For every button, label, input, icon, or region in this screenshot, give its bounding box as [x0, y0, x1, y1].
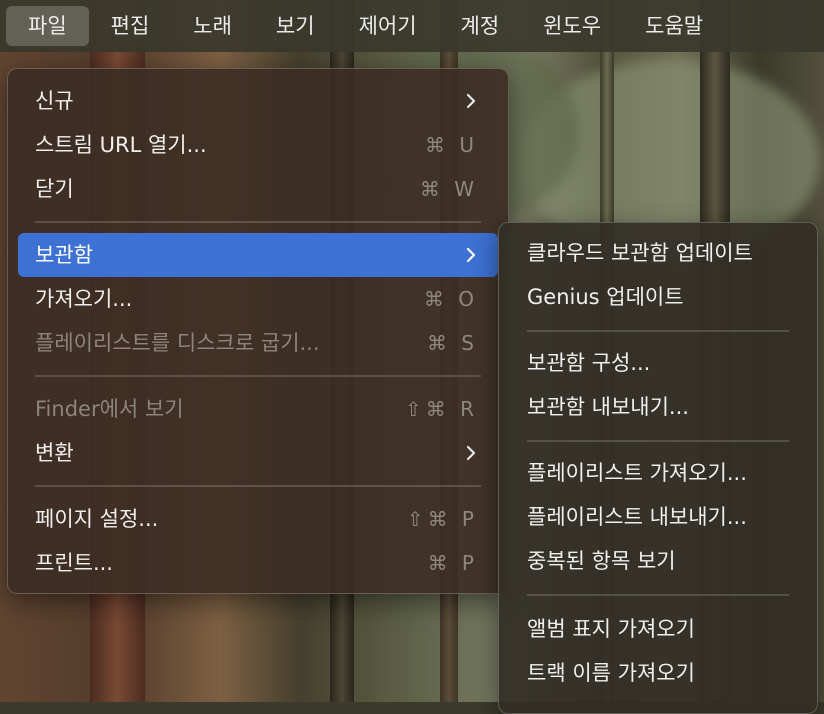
chevron-right-icon: [466, 247, 476, 263]
menu-item-label: 가져오기...: [35, 287, 133, 311]
shortcut-label: ⌘ O: [423, 287, 478, 311]
menu-item-import[interactable]: 가져오기... ⌘ O: [18, 277, 498, 321]
menubar-account[interactable]: 계정: [439, 6, 522, 46]
menu-item-export-playlist[interactable]: 플레이리스트 내보내기...: [499, 495, 817, 539]
file-menu: 신규 스트림 URL 열기... ⌘ U 닫기 ⌘ W 보관함 가져오기... …: [7, 68, 509, 594]
menubar-song[interactable]: 노래: [171, 6, 254, 46]
menu-item-convert[interactable]: 변환: [18, 431, 498, 475]
menu-item-label: 페이지 설정...: [35, 507, 159, 531]
menu-separator: [527, 330, 789, 332]
menu-item-label: 앨범 표지 가져오기: [527, 617, 695, 641]
menu-item-burn-playlist[interactable]: 플레이리스트를 디스크로 굽기... ⌘ S: [18, 321, 498, 365]
menu-item-show-duplicates[interactable]: 중복된 항목 보기: [499, 539, 817, 583]
menu-item-label: 트랙 이름 가져오기: [527, 661, 695, 685]
menu-item-label: 프린트...: [35, 551, 113, 575]
menubar-edit[interactable]: 편집: [89, 6, 172, 46]
menu-bar: 파일 편집 노래 보기 제어기 계정 윈도우 도움말: [0, 0, 824, 52]
chevron-right-icon: [466, 445, 476, 461]
menu-item-label: 플레이리스트 내보내기...: [527, 505, 747, 529]
menu-separator: [35, 221, 481, 223]
menu-item-label: 플레이리스트를 디스크로 굽기...: [35, 331, 320, 355]
menu-item-label: 보관함 내보내기...: [527, 395, 689, 419]
menu-item-get-track-names[interactable]: 트랙 이름 가져오기: [499, 651, 817, 695]
menu-item-page-setup[interactable]: 페이지 설정... ⇧⌘ P: [18, 497, 498, 541]
menu-item-open-stream-url[interactable]: 스트림 URL 열기... ⌘ U: [18, 123, 498, 167]
menubar-view[interactable]: 보기: [254, 6, 337, 46]
chevron-right-icon: [466, 93, 476, 109]
menu-item-update-genius[interactable]: Genius 업데이트: [499, 275, 817, 319]
menu-item-get-album-artwork[interactable]: 앨범 표지 가져오기: [499, 607, 817, 651]
menu-item-library[interactable]: 보관함: [18, 233, 498, 277]
menubar-controls[interactable]: 제어기: [337, 6, 439, 46]
menu-separator: [35, 485, 481, 487]
shortcut-label: ⌘ U: [425, 133, 478, 157]
shortcut-label: ⌘ W: [419, 177, 478, 201]
menu-separator: [527, 594, 789, 596]
shortcut-label: ⇧⌘ R: [404, 397, 478, 421]
menu-item-organize-library[interactable]: 보관함 구성...: [499, 341, 817, 385]
menu-item-label: 중복된 항목 보기: [527, 549, 676, 573]
menu-item-close[interactable]: 닫기 ⌘ W: [18, 167, 498, 211]
menu-item-label: 보관함: [35, 243, 93, 267]
menu-item-label: 닫기: [35, 177, 74, 201]
shortcut-label: ⌘ P: [427, 551, 478, 575]
shortcut-label: ⌘ S: [426, 331, 478, 355]
menubar-window[interactable]: 윈도우: [521, 6, 623, 46]
menu-item-update-cloud-library[interactable]: 클라우드 보관함 업데이트: [499, 231, 817, 275]
menu-item-label: 클라우드 보관함 업데이트: [527, 241, 753, 265]
library-submenu: 클라우드 보관함 업데이트 Genius 업데이트 보관함 구성... 보관함 …: [498, 222, 818, 714]
menubar-file[interactable]: 파일: [6, 6, 89, 46]
menu-separator: [527, 440, 789, 442]
menu-item-new[interactable]: 신규: [18, 79, 498, 123]
menu-item-label: 변환: [35, 441, 74, 465]
menu-item-print[interactable]: 프린트... ⌘ P: [18, 541, 498, 585]
menu-item-label: 플레이리스트 가져오기...: [527, 461, 747, 485]
menu-item-import-playlist[interactable]: 플레이리스트 가져오기...: [499, 451, 817, 495]
menu-item-label: 보관함 구성...: [527, 351, 651, 375]
menu-item-label: 신규: [35, 89, 74, 113]
menubar-help[interactable]: 도움말: [623, 6, 725, 46]
menu-item-show-in-finder[interactable]: Finder에서 보기 ⇧⌘ R: [18, 387, 498, 431]
menu-item-label: 스트림 URL 열기...: [35, 133, 207, 157]
menu-item-label: Finder에서 보기: [35, 397, 184, 421]
menu-item-label: Genius 업데이트: [527, 285, 684, 309]
menu-item-export-library[interactable]: 보관함 내보내기...: [499, 385, 817, 429]
shortcut-label: ⇧⌘ P: [406, 507, 478, 531]
menu-separator: [35, 375, 481, 377]
